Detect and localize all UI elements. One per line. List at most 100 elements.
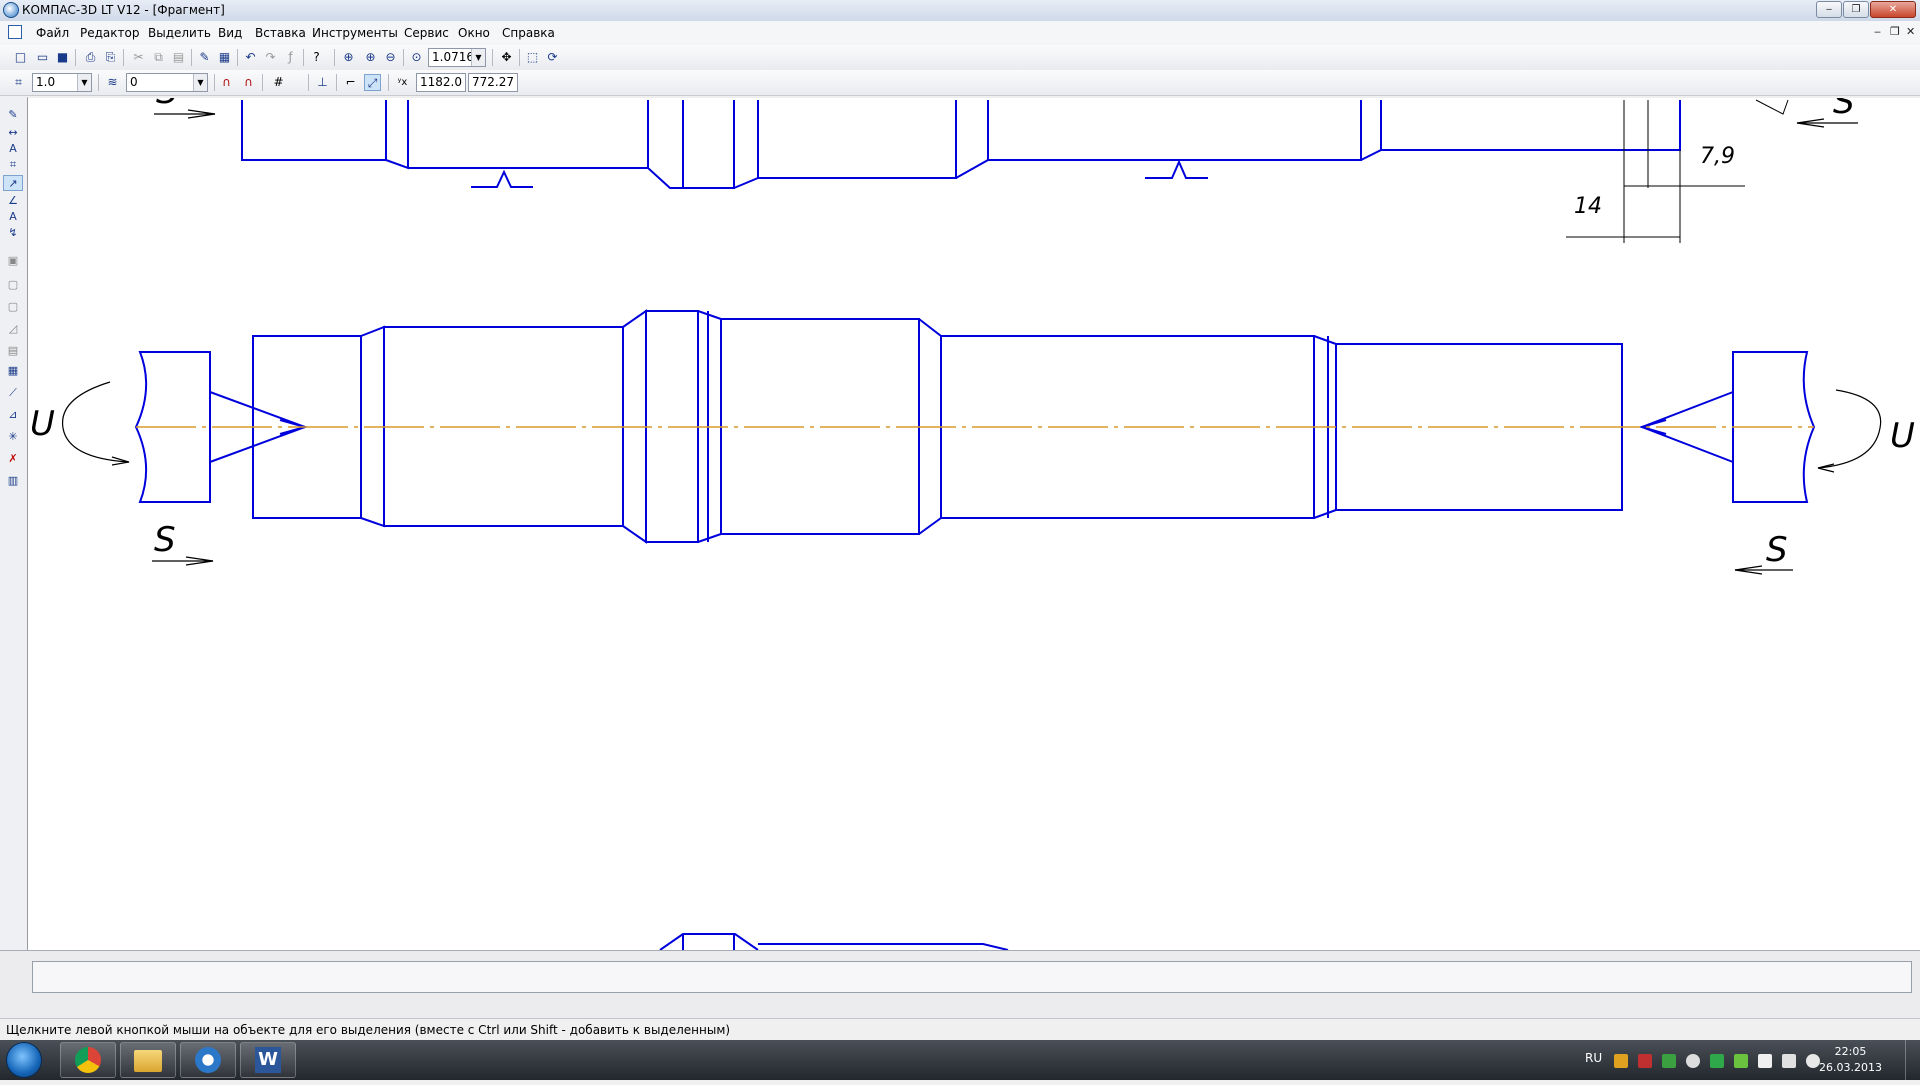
chrome-taskbar-button[interactable] [60, 1042, 116, 1078]
select-icon[interactable]: A [3, 209, 23, 225]
tray-icon-4[interactable] [1686, 1054, 1700, 1068]
volume-icon[interactable] [1806, 1054, 1820, 1068]
local-cs-icon[interactable]: ⊥ [314, 74, 331, 91]
tool-5-icon[interactable]: ▤ [3, 343, 23, 359]
layer-combo[interactable]: 0 ▼ [126, 73, 208, 92]
menu-window[interactable]: Окно [458, 26, 490, 40]
variables-icon[interactable]: ƒ [282, 49, 299, 66]
format-brush-icon[interactable]: ✎ [196, 49, 213, 66]
clock[interactable]: 22:05 26.03.2013 [1819, 1044, 1882, 1076]
step-combo[interactable]: 1.0 ▼ [32, 73, 92, 92]
menu-tools[interactable]: Инструменты [312, 26, 398, 40]
dimensions-icon[interactable]: ↔ [3, 125, 23, 141]
close-button[interactable]: ✕ [1870, 1, 1916, 18]
kompas-taskbar-button[interactable] [180, 1042, 236, 1078]
network-icon[interactable] [1782, 1054, 1796, 1068]
help-pointer-icon[interactable]: ? [308, 49, 325, 66]
status-text: Щелкните левой кнопкой мыши на объекте д… [6, 1023, 731, 1037]
copy-icon[interactable]: ⧉ [150, 49, 167, 66]
tool-3-icon[interactable]: ▢ [3, 299, 23, 315]
save-icon[interactable]: ■ [54, 49, 71, 66]
clock-time: 22:05 [1834, 1045, 1867, 1058]
tray-icon-1[interactable] [1614, 1054, 1628, 1068]
paste-icon[interactable]: ▤ [170, 49, 187, 66]
menu-editor[interactable]: Редактор [80, 26, 139, 40]
ortho-icon[interactable]: ⌐ [342, 74, 359, 91]
flag-icon[interactable] [1758, 1054, 1772, 1068]
round-coords-icon[interactable]: ⤢ [364, 74, 381, 91]
refresh-icon[interactable]: ⟳ [544, 49, 561, 66]
menu-service[interactable]: Сервис [404, 26, 449, 40]
local-snap-icon[interactable]: ∩ [240, 74, 257, 91]
coord-x-field[interactable]: 1182.0 [416, 73, 466, 92]
print-preview-icon[interactable]: ⎙ [82, 49, 99, 66]
new-document-icon[interactable]: □ [12, 49, 29, 66]
language-indicator[interactable]: RU [1585, 1051, 1602, 1065]
open-folder-icon[interactable]: ▭ [34, 49, 51, 66]
tray-icon-6[interactable] [1734, 1054, 1748, 1068]
step-value: 1.0 [36, 75, 56, 89]
snap-magnet-icon[interactable]: ∩ [218, 74, 235, 91]
tool-6-icon[interactable]: ▦ [3, 363, 23, 379]
geometry-icon[interactable]: ✎ [3, 107, 23, 123]
cut-icon[interactable]: ✂ [130, 49, 147, 66]
zoom-out-icon[interactable]: ⊖ [382, 49, 399, 66]
tool-8-icon[interactable]: ⊿ [3, 407, 23, 423]
chevron-down-icon[interactable]: ▼ [77, 74, 91, 91]
cursor-step-icon[interactable]: ⌗ [10, 74, 27, 91]
mdi-close-icon[interactable]: ✕ [1906, 25, 1915, 38]
tool-9-icon[interactable]: ✳ [3, 429, 23, 445]
chevron-down-icon[interactable]: ▼ [193, 74, 207, 91]
explorer-taskbar-button[interactable] [120, 1042, 176, 1078]
zoom-frame-icon[interactable]: ⊕ [340, 49, 357, 66]
edit-icon[interactable]: ⌗ [3, 157, 23, 173]
tool-7-icon[interactable]: ⟋ [3, 385, 23, 401]
grid-icon[interactable]: # [270, 74, 287, 91]
mdi-minimize-icon[interactable]: ‒ [1874, 25, 1881, 38]
mdi-restore-icon[interactable]: ❐ [1890, 25, 1900, 38]
tray-icon-2[interactable] [1638, 1054, 1652, 1068]
parametrization-icon[interactable]: ↗ [3, 175, 23, 191]
print-icon[interactable]: ⎘ [102, 49, 119, 66]
tool-11-icon[interactable]: ▥ [3, 473, 23, 489]
tool-2-icon[interactable]: ▢ [3, 277, 23, 293]
property-panel [32, 961, 1912, 993]
drawing-svg [61, 99, 1882, 950]
menu-help[interactable]: Справка [502, 26, 555, 40]
property-bar [0, 950, 1920, 1019]
tool-10-icon[interactable]: ✗ [3, 451, 23, 467]
zoom-scale-icon[interactable]: ⊙ [408, 49, 425, 66]
chevron-down-icon[interactable]: ▼ [471, 49, 485, 66]
spec-icon[interactable]: ↯ [3, 225, 23, 241]
tray-icon-3[interactable] [1662, 1054, 1676, 1068]
show-all-icon[interactable]: ⬚ [524, 49, 541, 66]
tool-1-icon[interactable]: ▣ [3, 253, 23, 269]
document-icon[interactable] [8, 25, 22, 39]
zoom-in-icon[interactable]: ⊕ [362, 49, 379, 66]
tool-4-icon[interactable]: ◿ [3, 321, 23, 337]
zoom-value: 1.0716 [432, 50, 474, 64]
maximize-button[interactable]: ❐ [1843, 1, 1869, 18]
menu-view[interactable]: Вид [218, 26, 242, 40]
word-taskbar-button[interactable]: W [240, 1042, 296, 1078]
menu-insert[interactable]: Вставка [255, 26, 306, 40]
rotation-label-u: U [30, 404, 55, 444]
symbols-icon[interactable]: A [3, 141, 23, 157]
zoom-combo[interactable]: 1.0716 ▼ [428, 48, 486, 67]
dimension-text: 14 [1574, 194, 1602, 219]
redo-icon[interactable]: ↷ [262, 49, 279, 66]
menu-select[interactable]: Выделить [148, 26, 211, 40]
coord-y-field[interactable]: 772.27 [468, 73, 518, 92]
menu-file[interactable]: Файл [36, 26, 69, 40]
measure-icon[interactable]: ∠ [3, 193, 23, 209]
minimize-button[interactable]: ‒ [1816, 1, 1842, 18]
manager-icon[interactable]: ▦ [216, 49, 233, 66]
layer-icon[interactable]: ≋ [104, 74, 121, 91]
show-desktop-button[interactable] [1905, 1040, 1920, 1080]
tray-icon-5[interactable] [1710, 1054, 1724, 1068]
drawing-canvas[interactable]: S S S S U U 7,9 14 [27, 98, 1920, 950]
undo-icon[interactable]: ↶ [242, 49, 259, 66]
lower-shaft [659, 933, 1009, 950]
start-button[interactable] [6, 1042, 42, 1078]
pan-icon[interactable]: ✥ [498, 49, 515, 66]
